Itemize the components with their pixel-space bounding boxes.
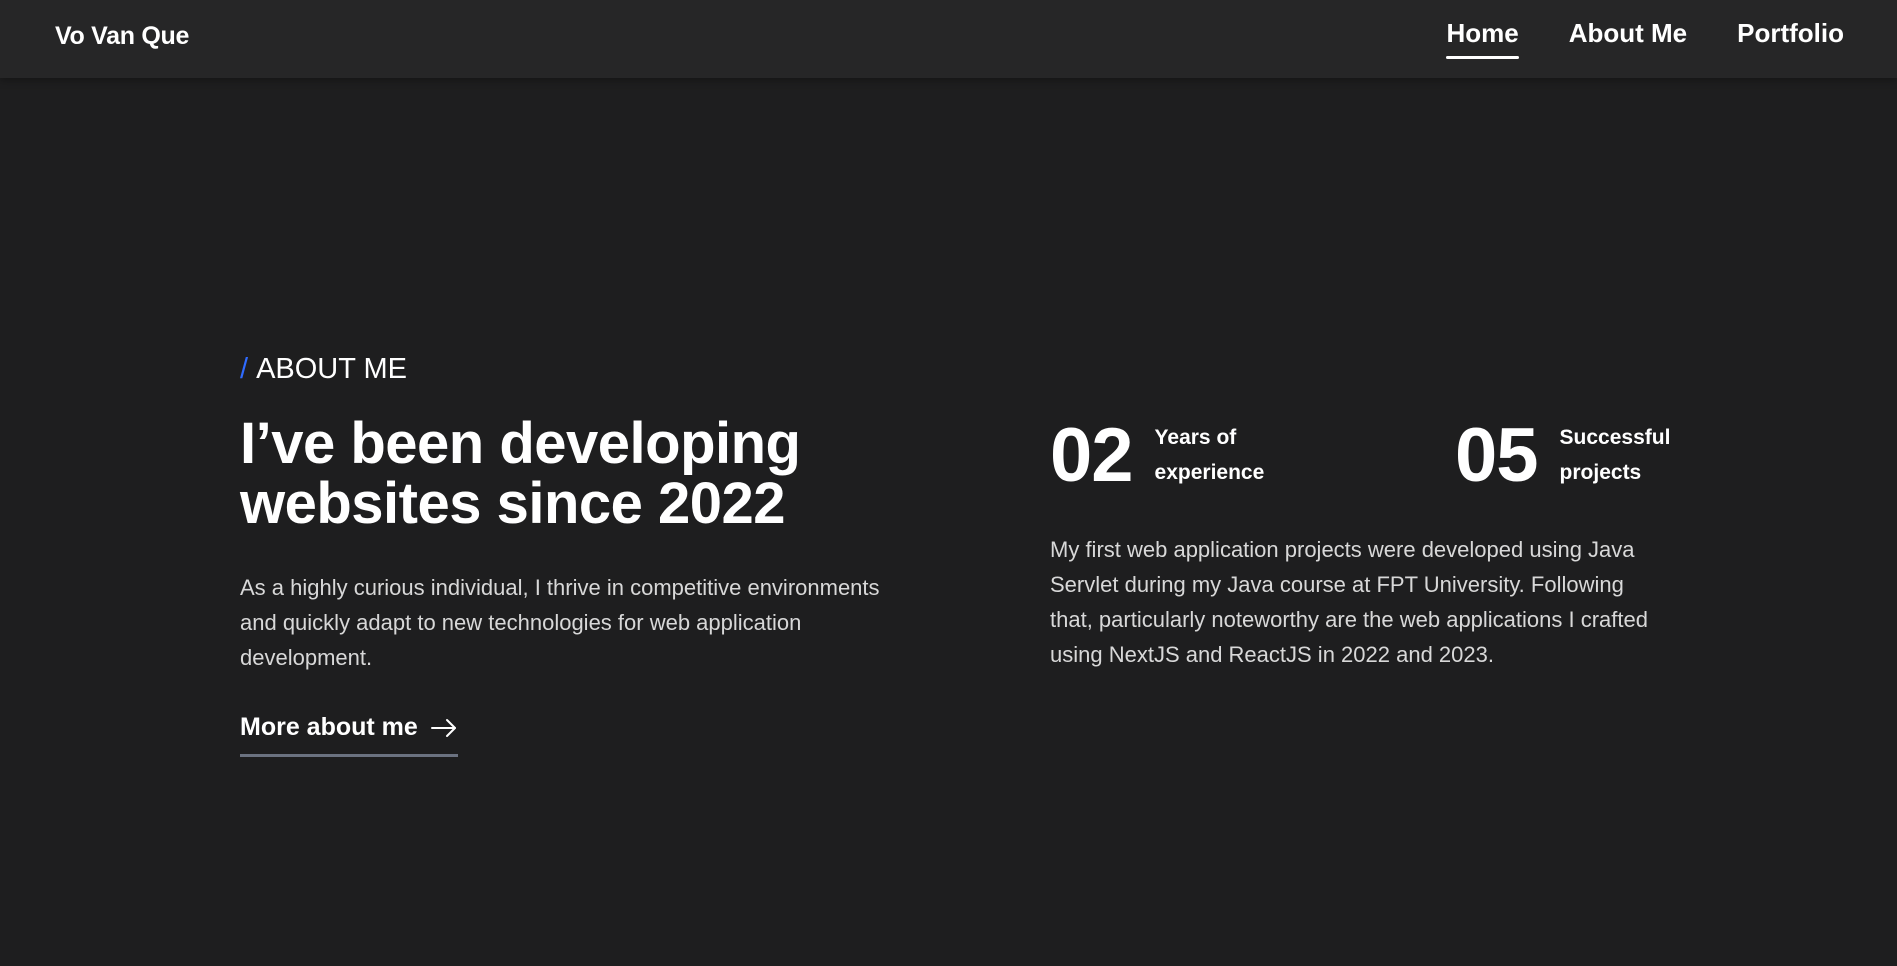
stat-label-line-2: projects bbox=[1559, 461, 1642, 484]
more-about-me-label: More about me bbox=[240, 713, 418, 741]
nav-portfolio-link[interactable]: Portfolio bbox=[1737, 18, 1844, 59]
nav-about-me-link[interactable]: About Me bbox=[1569, 18, 1687, 59]
section-label-text: ABOUT ME bbox=[256, 353, 407, 385]
brand-name[interactable]: Vo Van Que bbox=[55, 22, 189, 51]
about-description: My first web application projects were d… bbox=[1050, 537, 1648, 667]
nav-home-link[interactable]: Home bbox=[1446, 18, 1519, 59]
about-lead-text: As a highly curious individual, I thrive… bbox=[240, 575, 880, 670]
main-nav: Home About Me Portfolio bbox=[1446, 18, 1844, 59]
about-details: 02 Years of experience 05 Successful pro… bbox=[1050, 418, 1690, 672]
headline-line-2: websites since 2022 bbox=[240, 471, 786, 536]
section-label-slash: / bbox=[240, 353, 249, 385]
top-navbar: Vo Van Que Home About Me Portfolio bbox=[0, 0, 1897, 78]
stat-label-line-1: Years of bbox=[1154, 426, 1237, 449]
arrow-right-icon bbox=[430, 718, 456, 737]
stats-row: 02 Years of experience 05 Successful pro… bbox=[1050, 418, 1690, 494]
more-about-me-link[interactable]: More about me bbox=[240, 713, 458, 757]
stat-label: Successful projects bbox=[1560, 420, 1690, 490]
about-section: / ABOUT ME I’ve been developing websites… bbox=[0, 78, 1897, 966]
stat-successful-projects: 05 Successful projects bbox=[1455, 418, 1690, 494]
section-label: / ABOUT ME bbox=[240, 353, 900, 386]
stat-number: 02 bbox=[1050, 413, 1134, 498]
stat-label-line-2: experience bbox=[1154, 461, 1265, 484]
about-headline: I’ve been developing websites since 2022 bbox=[240, 414, 900, 534]
stat-number: 05 bbox=[1455, 413, 1539, 498]
stat-label: Years of experience bbox=[1155, 420, 1285, 490]
stat-label-line-1: Successful bbox=[1559, 426, 1671, 449]
headline-line-1: I’ve been developing bbox=[240, 411, 801, 476]
stat-years-experience: 02 Years of experience bbox=[1050, 418, 1455, 494]
about-intro: / ABOUT ME I’ve been developing websites… bbox=[240, 353, 900, 757]
